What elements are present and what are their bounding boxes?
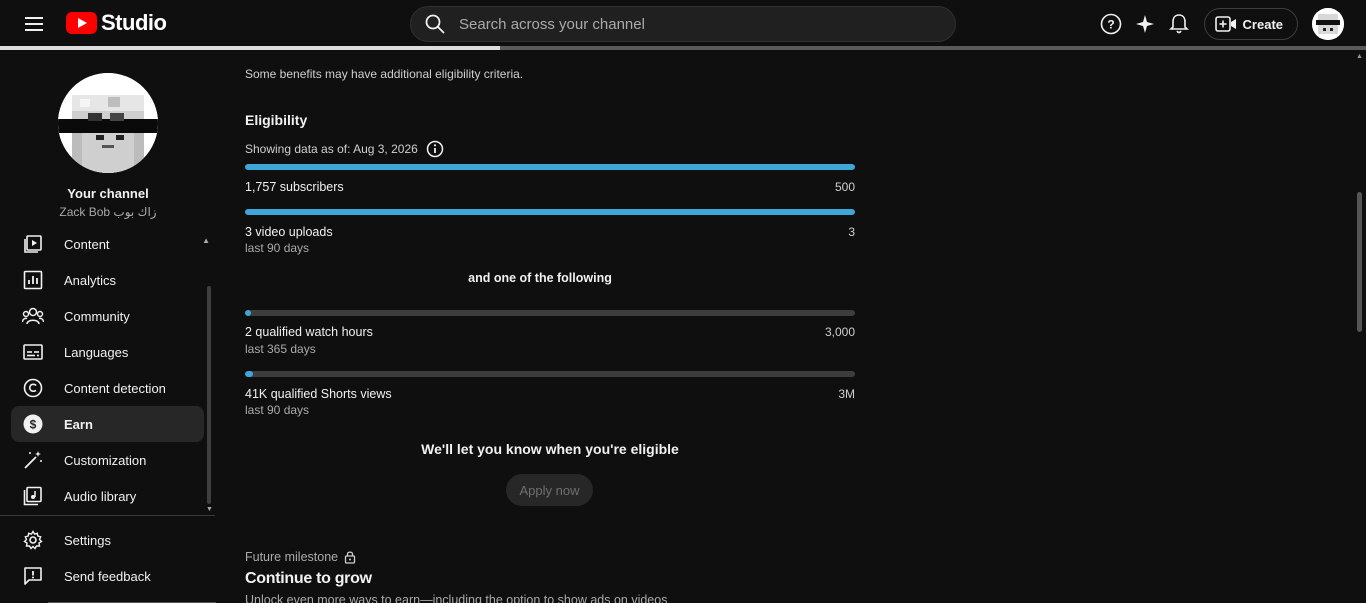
watch-hours-label: 2 qualified watch hours (245, 325, 373, 339)
future-milestone-label: Future milestone (245, 550, 339, 564)
create-label: Create (1242, 16, 1283, 32)
continue-to-grow-title: Continue to grow (245, 570, 372, 587)
sidebar-item-analytics[interactable]: Analytics (11, 262, 204, 298)
sidebar-item-send-feedback[interactable]: Send feedback (11, 558, 204, 594)
sparkle-button[interactable] (1128, 7, 1162, 41)
sidebar: Your channel Zack Bob زاك بوب Content ▲ … (0, 50, 216, 603)
help-icon: ? (1100, 13, 1121, 35)
sidebar-scrollbar[interactable] (207, 286, 211, 504)
audio-library-icon (22, 485, 44, 507)
subscribers-target: 500 (834, 180, 855, 194)
sidebar-item-audio-library[interactable]: Audio library (11, 478, 204, 514)
create-button[interactable]: Create (1203, 8, 1298, 40)
channel-title: Your channel (67, 186, 149, 201)
shorts-views-period: last 90 days (245, 403, 310, 417)
help-button[interactable]: ? (1094, 7, 1128, 41)
search-icon (425, 14, 445, 34)
sidebar-item-content-detection[interactable]: Content detection (11, 370, 204, 406)
svg-text:$: $ (30, 418, 37, 432)
bell-icon (1168, 14, 1189, 34)
main-content: Some benefits may have additional eligib… (216, 50, 1356, 603)
sidebar-item-earn[interactable]: $ Earn (11, 406, 204, 442)
logo-text: Studio (101, 10, 167, 35)
sidebar-item-settings[interactable]: Settings (11, 522, 204, 558)
account-avatar[interactable] (1312, 8, 1344, 40)
subtitles-icon (22, 341, 44, 363)
eligibility-notify-text: We'll let you know when you're eligible (421, 441, 679, 457)
watch-hours-progress-bar (245, 310, 855, 316)
channel-avatar-image-icon (58, 73, 158, 173)
apply-now-button[interactable]: Apply now (506, 474, 593, 506)
community-icon (22, 305, 44, 327)
create-video-icon (1214, 16, 1236, 32)
hamburger-menu-button[interactable] (20, 10, 48, 38)
sidebar-item-content[interactable]: Content ▲ (11, 226, 210, 262)
magic-wand-icon (22, 449, 44, 471)
sidebar-item-languages[interactable]: Languages (11, 334, 204, 370)
eligibility-title: Eligibility (245, 112, 308, 128)
page-scrollbar[interactable] (1357, 192, 1362, 332)
sparkle-icon (1135, 15, 1154, 33)
search-input[interactable] (459, 15, 919, 33)
watch-hours-target: 3,000 (824, 325, 855, 339)
content-icon (22, 233, 44, 255)
uploads-target: 3 (848, 225, 855, 239)
analytics-icon (22, 269, 44, 291)
data-as-of-text: Showing data as of: Aug 3, 2026 (245, 142, 418, 156)
data-as-of: Showing data as of: Aug 3, 2026 (245, 140, 444, 158)
uploads-progress-bar (245, 209, 855, 215)
or-following-label: and one of the following (468, 271, 612, 285)
uploads-label: 3 video uploads (245, 225, 333, 239)
gear-icon (22, 529, 44, 551)
sidebar-item-community[interactable]: Community (11, 298, 204, 334)
lock-icon (344, 551, 356, 564)
youtube-logo-icon (66, 12, 97, 34)
dollar-icon: $ (22, 413, 44, 435)
future-milestone: Future milestone (245, 550, 356, 564)
copyright-icon (22, 377, 44, 399)
hamburger-icon (25, 17, 43, 31)
top-actions: ? Create (1094, 0, 1366, 48)
top-bar: Studio ? Create (0, 0, 1366, 48)
sidebar-divider (0, 515, 215, 516)
channel-avatar[interactable] (58, 73, 158, 173)
feedback-icon (22, 565, 44, 587)
eligibility-note: Some benefits may have additional eligib… (245, 67, 524, 81)
uploads-period: last 90 days (245, 241, 310, 255)
collapse-caret-icon[interactable]: ▲ (202, 236, 210, 245)
subscribers-progress-bar (245, 164, 855, 170)
sidebar-item-customization[interactable]: Customization (11, 442, 204, 478)
search-bar[interactable] (410, 6, 956, 42)
channel-name: Zack Bob زاك بوب (59, 205, 157, 219)
scroll-down-icon[interactable]: ▼ (206, 506, 213, 513)
subscribers-label: 1,757 subscribers (245, 180, 344, 194)
studio-logo[interactable]: Studio (66, 10, 167, 36)
watch-hours-period: last 365 days (245, 342, 316, 356)
notifications-button[interactable] (1162, 7, 1196, 41)
page-scroll-up-icon[interactable]: ▲ (1356, 53, 1363, 60)
shorts-views-progress-bar (245, 371, 855, 377)
shorts-views-label: 41K qualified Shorts views (245, 387, 392, 401)
shorts-views-target: 3M (838, 387, 855, 401)
continue-to-grow-description: Unlock even more ways to earn—including … (245, 593, 668, 603)
avatar-image-icon (1312, 8, 1344, 40)
svg-text:?: ? (1107, 18, 1114, 32)
info-icon[interactable] (426, 140, 444, 158)
